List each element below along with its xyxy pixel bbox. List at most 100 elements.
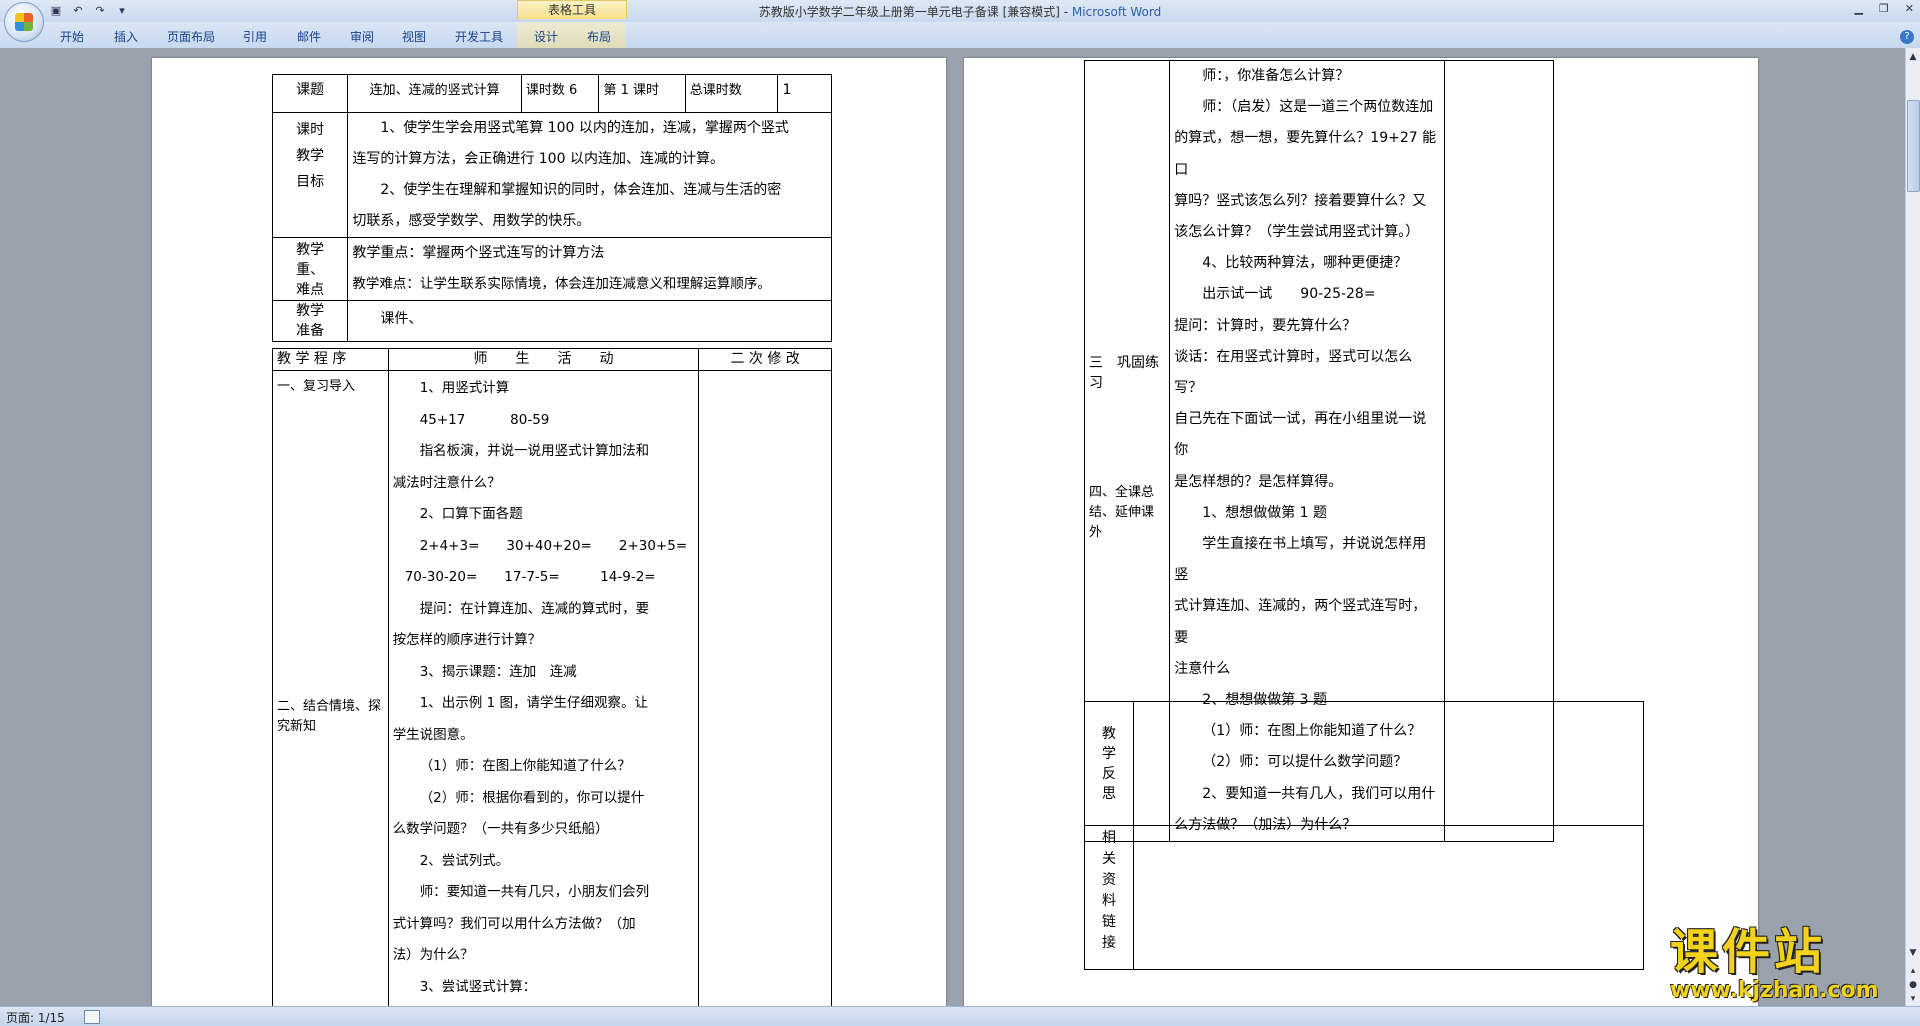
activity-line: 是怎样想的？是怎样算得。: [1174, 473, 1343, 490]
total-hours-value: 1: [777, 74, 832, 113]
activity-line: 70-30-20= 17-7-5= 14-9-2=: [404, 569, 656, 585]
office-logo-icon: [15, 13, 33, 31]
total-hours-label: 总课时数: [684, 74, 779, 113]
process-col3-header: 二 次 修 改: [698, 348, 832, 371]
activity-line: 学生说图意。: [392, 726, 474, 743]
close-icon[interactable]: ✕: [1905, 2, 1914, 15]
activity-line: 2、尝试列式。: [419, 852, 510, 869]
tab-insert[interactable]: 插入: [114, 28, 138, 45]
browse-object-icon[interactable]: ●: [1907, 980, 1919, 992]
reflection-label-char: 教: [1102, 726, 1116, 742]
goal-line: 连写的计算方法，会正确进行 100 以内连加、连减的计算。: [352, 151, 724, 167]
activity-line: 提问：在计算连加、连减的算式时，要: [419, 600, 650, 617]
resources-label-char: 关: [1102, 851, 1116, 867]
key-point-line: 教学难点：让学生联系实际情境，体会连加连减意义和理解运算顺序。: [352, 276, 771, 292]
activity-line: 2+4+3= 30+40+20= 2+30+5=: [419, 537, 688, 554]
tab-mailings[interactable]: 邮件: [297, 28, 321, 45]
tab-home[interactable]: 开始: [60, 28, 84, 45]
office-button[interactable]: [4, 2, 44, 42]
activity-line: 师：（启发）这是一道三个两位数连加: [1202, 99, 1434, 116]
reflection-label: 教 学 反 思: [1084, 701, 1134, 826]
next-page-icon[interactable]: ▾: [1907, 994, 1919, 1006]
process-col2-header: 师 生 活 动: [387, 348, 700, 371]
activity-line: 注意什么: [1174, 660, 1231, 677]
watermark-url: www.kjzhan.com: [1670, 978, 1879, 1003]
tab-view[interactable]: 视图: [402, 28, 426, 45]
activity-line: 3、尝试竖式计算：: [419, 978, 537, 995]
section-title: 三 巩固练习: [1089, 355, 1159, 391]
goal-line: 切联系，感受学数学、用数学的快乐。: [352, 213, 591, 229]
revision-cell[interactable]: [698, 370, 832, 1006]
restore-icon[interactable]: ❐: [1879, 2, 1889, 15]
resources-content[interactable]: [1133, 825, 1644, 970]
activity-line: 自己先在下面试一试，再在小组里说一说你: [1174, 411, 1427, 459]
reflection-content[interactable]: [1133, 701, 1644, 826]
lesson-number-label: 第 1 课时: [598, 74, 686, 113]
section-title: 四、全课总结、延伸课外: [1089, 485, 1155, 540]
tab-design[interactable]: 设计: [534, 28, 558, 45]
key-points-content: 教学重点：掌握两个竖式连写的计算方法 教学难点：让学生联系实际情境，体会连加连减…: [347, 237, 832, 301]
topic-label: 课题: [271, 74, 349, 113]
activity-line: 的算式，想一想，要先算什么？19+27 能口: [1174, 130, 1437, 178]
activity-line: 该怎么计算？（学生尝试用竖式计算。）: [1174, 224, 1420, 241]
help-icon[interactable]: ?: [1900, 30, 1914, 44]
activity-line: 45+17 80-59: [419, 411, 550, 428]
status-bar: 页面: 1/15: [0, 1006, 1920, 1026]
scroll-up-icon[interactable]: ▲: [1907, 52, 1919, 64]
goal-line: 2、使学生在理解和掌握知识的同时，体会连加、连减与生活的密: [380, 182, 782, 198]
window-title: 苏教版小学数学二年级上册第一单元电子备课 [兼容模式] - Microsoft …: [0, 3, 1920, 20]
hours-label: 课时数 6: [520, 74, 600, 113]
key-label-line: 难点: [296, 282, 325, 298]
goals-label-line: 目标: [296, 174, 325, 190]
vertical-scrollbar[interactable]: ▲ ▼ ▴ ● ▾: [1905, 48, 1920, 1006]
process-sections: 一、复习导入 二、结合情境、探究新知: [272, 370, 389, 1006]
activity-line: 1、出示例 1 图，请学生仔细观察。让: [419, 695, 648, 711]
activity-line: 式计算连加、连减的，两个竖式连写时，要: [1174, 598, 1427, 646]
reflection-label-char: 反: [1102, 766, 1116, 782]
lesson-plan-table: 课题 连加、连减的竖式计算 课时数 6 第 1 课时 总课时数 1 课时 教学 …: [271, 74, 832, 342]
document-workspace[interactable]: 课题 连加、连减的竖式计算 课时数 6 第 1 课时 总课时数 1 课时 教学 …: [0, 48, 1906, 1006]
document-page-2[interactable]: 三 巩固练习 四、全课总结、延伸课外 师：，你准备怎么计算？ 师：（启发）这是一…: [964, 58, 1758, 1006]
activity-line: 1、想想做做第 1 题: [1202, 504, 1328, 521]
scrollbar-thumb[interactable]: [1907, 100, 1920, 192]
activity-line: 出示试一试 90-25-28=: [1202, 286, 1376, 303]
key-point-line: 教学重点：掌握两个竖式连写的计算方法: [352, 245, 605, 261]
process-activities: 1、用竖式计算 45+17 80-59 指名板演，并说一说用竖式计算加法和 减法…: [387, 370, 700, 1006]
resources-label: 相 关 资 料 链 接: [1084, 825, 1134, 970]
process-col1-header: 教 学 程 序: [272, 348, 389, 371]
prep-label-line: 教学: [296, 303, 325, 319]
scroll-down-icon[interactable]: ▼: [1907, 948, 1919, 960]
activity-line: （1）师：在图上你能知道了什么？: [419, 758, 631, 774]
key-label-line: 教学: [296, 242, 325, 258]
activity-line: （2）师：根据你看到的，你可以提什: [419, 789, 645, 806]
document-page-1[interactable]: 课题 连加、连减的竖式计算 课时数 6 第 1 课时 总课时数 1 课时 教学 …: [152, 58, 946, 1006]
activity-line: 式计算吗？我们可以用什么方法做？（加: [392, 915, 636, 932]
key-label-line: 重、: [296, 262, 325, 278]
tab-developer[interactable]: 开发工具: [455, 28, 503, 45]
activity-line: 算吗？竖式该怎么列？接着要算什么？又: [1174, 192, 1427, 209]
tab-references[interactable]: 引用: [243, 28, 267, 45]
tab-layout[interactable]: 布局: [587, 28, 611, 45]
reflection-label-char: 思: [1102, 786, 1116, 802]
resources-label-char: 料: [1102, 893, 1116, 909]
app-name: Microsoft Word: [1071, 5, 1162, 19]
prep-label: 教学 准备: [271, 300, 349, 342]
activity-line: 减法时注意什么？: [392, 474, 501, 491]
section-title: 一、复习导入: [277, 379, 356, 394]
window-controls: ▁ ❐ ✕: [1854, 2, 1914, 15]
prev-page-icon[interactable]: ▴: [1907, 966, 1919, 978]
activity-line: 按怎样的顺序进行计算？: [392, 632, 542, 648]
page-indicator[interactable]: 页面: 1/15: [6, 1009, 65, 1026]
activity-line: 4、比较两种算法，哪种更便捷？: [1202, 255, 1408, 272]
proofing-icon[interactable]: [84, 1010, 100, 1024]
activity-line: 提问：计算时，要先算什么？: [1174, 317, 1357, 334]
goal-line: 1、使学生学会用竖式笔算 100 以内的连加，连减，掌握两个竖式: [380, 120, 789, 136]
resources-label-char: 资: [1102, 872, 1116, 888]
minimize-icon[interactable]: ▁: [1854, 2, 1862, 15]
resources-label-char: 相: [1102, 830, 1116, 846]
resources-label-char: 链: [1102, 914, 1116, 930]
tab-page-layout[interactable]: 页面布局: [167, 28, 215, 45]
goals-label-line: 课时: [296, 122, 325, 138]
tab-review[interactable]: 审阅: [350, 28, 374, 45]
topic-value: 连加、连减的竖式计算: [347, 74, 522, 113]
